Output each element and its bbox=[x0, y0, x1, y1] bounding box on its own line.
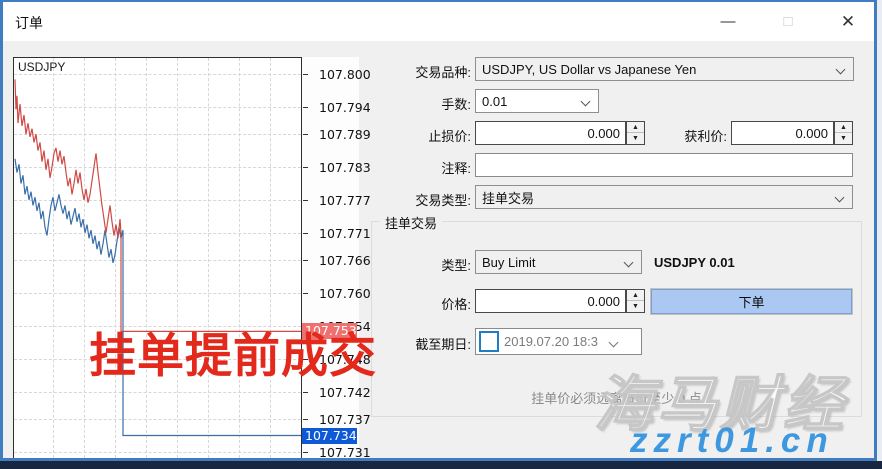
window-edge bbox=[877, 0, 882, 461]
spinner-up-icon[interactable]: ▲ bbox=[835, 122, 852, 133]
price-label: 价格: bbox=[373, 294, 471, 313]
scale-tick bbox=[303, 134, 308, 135]
price-scale-label: 107.800 bbox=[319, 67, 367, 82]
scale-tick bbox=[303, 392, 308, 393]
scale-tick bbox=[303, 107, 308, 108]
chevron-down-icon bbox=[609, 338, 619, 348]
pending-type-value: Buy Limit bbox=[482, 255, 535, 270]
takeprofit-spinner[interactable]: ▲ ▼ bbox=[834, 121, 853, 145]
pending-summary-text: USDJPY 0.01 bbox=[654, 255, 735, 270]
price-scale-label: 107.777 bbox=[319, 193, 367, 208]
comment-label: 注释: bbox=[373, 158, 471, 177]
scale-tick bbox=[303, 419, 308, 420]
order-type-value: 挂单交易 bbox=[482, 188, 534, 207]
order-type-combobox[interactable]: 挂单交易 bbox=[475, 185, 853, 209]
chevron-down-icon bbox=[624, 258, 634, 268]
order-type-label: 交易类型: bbox=[373, 190, 471, 209]
tick-chart: USDJPY 107.800107.794107.789107.783107.7… bbox=[13, 57, 359, 460]
pending-order-group-title: 挂单交易 bbox=[380, 213, 442, 232]
scale-tick bbox=[303, 167, 308, 168]
title-bar: 订单 — □ ✕ bbox=[3, 2, 874, 41]
price-spinner[interactable]: ▲ ▼ bbox=[626, 289, 645, 313]
comment-input[interactable] bbox=[475, 153, 853, 177]
site-watermark: zzrt01.cn bbox=[630, 421, 834, 461]
chevron-down-icon bbox=[581, 97, 591, 107]
expiry-label: 截至期日: bbox=[373, 334, 471, 353]
bid-line bbox=[15, 159, 301, 436]
price-series bbox=[14, 58, 301, 458]
scale-tick bbox=[303, 293, 308, 294]
scale-tick bbox=[303, 260, 308, 261]
takeprofit-input[interactable] bbox=[731, 121, 834, 145]
price-scale-label: 107.794 bbox=[319, 100, 367, 115]
chevron-down-icon bbox=[835, 193, 845, 203]
price-scale-label: 107.783 bbox=[319, 160, 367, 175]
symbol-label: 交易品种: bbox=[373, 62, 471, 81]
close-button[interactable]: ✕ bbox=[825, 2, 871, 41]
stoploss-label: 止损价: bbox=[373, 126, 471, 145]
spinner-down-icon[interactable]: ▼ bbox=[835, 133, 852, 144]
price-scale-label: 107.737 bbox=[319, 412, 367, 427]
scale-tick bbox=[303, 233, 308, 234]
price-scale-label: 107.789 bbox=[319, 127, 367, 142]
ask-line bbox=[15, 79, 301, 331]
scale-tick bbox=[303, 200, 308, 201]
volume-combobox[interactable]: 0.01 bbox=[475, 89, 599, 113]
chart-symbol-label: USDJPY bbox=[18, 60, 65, 74]
chart-plot-area: USDJPY bbox=[13, 57, 302, 459]
expiry-checkbox[interactable] bbox=[479, 331, 499, 352]
chart-price-scale: 107.800107.794107.789107.783107.777107.7… bbox=[302, 57, 359, 460]
price-scale-label: 107.731 bbox=[319, 445, 367, 460]
spinner-down-icon[interactable]: ▼ bbox=[627, 301, 644, 312]
expiry-datebox[interactable]: 2019.07.20 18:3 bbox=[475, 328, 642, 355]
chevron-down-icon bbox=[836, 65, 846, 75]
scale-tick bbox=[303, 452, 308, 453]
scale-tick bbox=[303, 74, 308, 75]
stoploss-input[interactable] bbox=[475, 121, 626, 145]
maximize-button: □ bbox=[765, 2, 811, 41]
price-input[interactable] bbox=[475, 289, 626, 313]
price-scale-label: 107.742 bbox=[319, 385, 367, 400]
pending-type-combobox[interactable]: Buy Limit bbox=[475, 250, 642, 274]
bid-price-tag: 107.734 bbox=[302, 428, 357, 444]
chart-annotation-text: 挂单提前成交 bbox=[89, 317, 377, 386]
spinner-up-icon[interactable]: ▲ bbox=[627, 290, 644, 301]
price-scale-label: 107.760 bbox=[319, 286, 367, 301]
price-scale-label: 107.771 bbox=[319, 226, 367, 241]
symbol-value: USDJPY, US Dollar vs Japanese Yen bbox=[482, 62, 696, 77]
price-scale-label: 107.766 bbox=[319, 253, 367, 268]
minimize-button[interactable]: — bbox=[705, 2, 751, 41]
volume-label: 手数: bbox=[373, 94, 471, 113]
pending-type-label: 类型: bbox=[373, 255, 471, 274]
symbol-combobox[interactable]: USDJPY, US Dollar vs Japanese Yen bbox=[475, 57, 854, 81]
place-order-button[interactable]: 下单 bbox=[651, 289, 852, 314]
takeprofit-label: 获利价: bbox=[629, 126, 727, 145]
window-title: 订单 bbox=[15, 13, 43, 33]
volume-value: 0.01 bbox=[482, 94, 507, 109]
expiry-value: 2019.07.20 18:3 bbox=[504, 334, 598, 349]
